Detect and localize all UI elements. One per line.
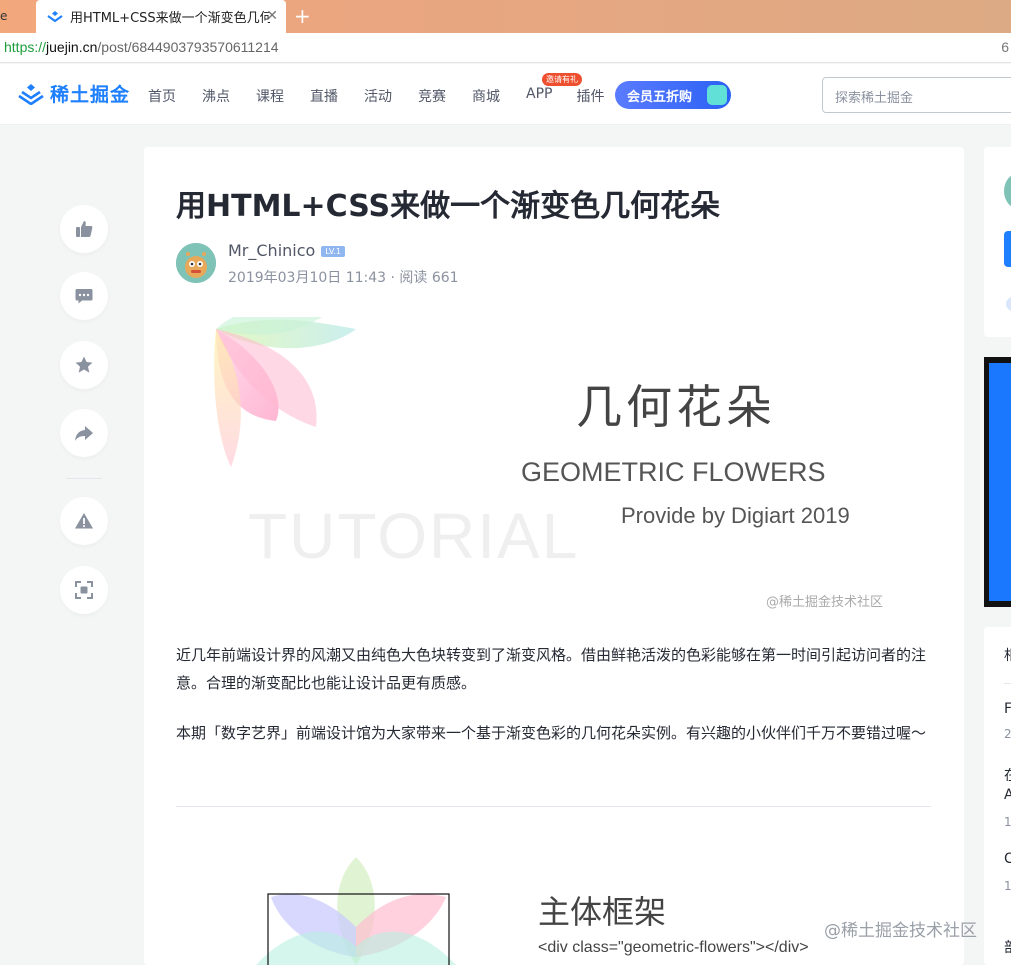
favorite-button[interactable] xyxy=(60,341,108,389)
site-header: 稀土掘金 首页 沸点 课程 直播 活动 竞赛 商城 APP 邀请有礼 插件 会员… xyxy=(0,64,1011,125)
star-icon xyxy=(75,356,93,373)
related-item-2[interactable]: 在 xyxy=(1004,765,1011,785)
focus-mode-icon xyxy=(75,581,93,599)
sidebar-author-avatar[interactable] xyxy=(1004,173,1011,209)
article-paragraph-2: 本期「数字艺界」前端设计馆为大家带来一个基于渐变色彩的几何花朵实例。有兴趣的小伙… xyxy=(176,724,927,742)
actions-divider xyxy=(66,478,102,479)
flower-frame-graphic xyxy=(256,857,456,965)
address-bar-edge-text: 6 xyxy=(1001,39,1009,55)
section-watermark: @稀土掘金技术社区 xyxy=(824,921,977,941)
sidebar-info-icon xyxy=(1006,297,1011,311)
related-articles-card: 相 F 2 在 A 1 C 1 部 xyxy=(984,627,1011,965)
juejin-favicon-icon xyxy=(47,10,63,22)
url-scheme: https:// xyxy=(4,39,47,55)
related-item-4[interactable]: 部 xyxy=(1004,937,1011,957)
author-name-text: Mr_Chinico xyxy=(228,241,316,260)
article-meta: 2019年03月10日 11:43 · 阅读 661 xyxy=(228,267,459,287)
comment-button[interactable] xyxy=(60,272,108,320)
fullscreen-button[interactable] xyxy=(60,566,108,614)
sidebar-ad[interactable] xyxy=(984,357,1011,607)
publish-date: 2019年03月10日 11:43 xyxy=(228,270,387,286)
browser-tab-title: 用HTML+CSS来做一个渐变色几何花 xyxy=(70,11,270,26)
read-count: 阅读 661 xyxy=(399,270,459,286)
nav-item-pins[interactable]: 沸点 xyxy=(202,86,230,106)
main-nav: 首页 沸点 课程 直播 活动 竞赛 商城 APP 邀请有礼 插件 xyxy=(148,73,630,106)
related-item-2-line2[interactable]: A xyxy=(1004,787,1011,803)
like-button[interactable] xyxy=(60,205,108,253)
new-tab-icon[interactable]: + xyxy=(294,4,311,28)
article-title: 用HTML+CSS来做一个渐变色几何花朵 xyxy=(176,189,721,224)
browser-tab-bar: e 用HTML+CSS来做一个渐变色几何花 ✕ + xyxy=(0,0,1011,33)
cover-title-cn: 几何花朵 xyxy=(576,380,776,434)
related-item-2-meta: 1 xyxy=(1004,815,1011,829)
nav-item-app[interactable]: APP 邀请有礼 xyxy=(526,73,582,106)
related-item-1[interactable]: F xyxy=(1004,701,1011,717)
nav-item-app-label: APP xyxy=(526,86,553,102)
nav-item-home[interactable]: 首页 xyxy=(148,86,176,106)
author-card xyxy=(984,147,1011,337)
warning-icon xyxy=(75,513,93,529)
related-header: 相 xyxy=(1004,645,1011,665)
url-host: juejin.cn xyxy=(46,39,98,55)
invite-badge: 邀请有礼 xyxy=(542,73,582,86)
section-title: 主体框架 xyxy=(538,893,667,931)
share-icon xyxy=(75,426,93,441)
vip-promo-label: 会员五折购 xyxy=(627,90,693,105)
nav-item-shop[interactable]: 商城 xyxy=(472,86,500,106)
related-item-3[interactable]: C xyxy=(1004,851,1011,867)
browser-tab-active[interactable]: 用HTML+CSS来做一个渐变色几何花 ✕ xyxy=(36,0,286,33)
thumbs-up-icon xyxy=(76,221,93,237)
related-item-1-meta: 2 xyxy=(1004,727,1011,741)
author-avatar[interactable] xyxy=(176,243,216,283)
article-paragraph-1: 近几年前端设计界的风潮又由纯色大色块转变到了渐变风格。借由鲜艳活泼的色彩能够在第… xyxy=(176,646,927,692)
browser-tab-previous[interactable]: e xyxy=(0,0,34,33)
nav-item-plugins[interactable]: 插件 xyxy=(576,86,604,106)
sidebar-ad-image xyxy=(989,363,1011,601)
comment-icon xyxy=(75,289,93,304)
tab-close-icon[interactable]: ✕ xyxy=(266,8,278,24)
search-placeholder: 探索稀土掘金 xyxy=(835,91,914,106)
cover-image: TUTORIAL 几何花朵 GEOMETRIC FLOWERS Provide … xyxy=(176,317,931,617)
avatar-image xyxy=(176,243,216,283)
meta-separator: · xyxy=(390,270,395,286)
vip-promo-button[interactable]: 会员五折购 xyxy=(615,81,731,109)
cover-background-word: TUTORIAL xyxy=(248,500,580,572)
nav-item-events[interactable]: 活动 xyxy=(364,86,392,106)
search-input[interactable]: 探索稀土掘金 xyxy=(822,77,1011,113)
author-level-badge: LV.1 xyxy=(321,246,345,257)
logo-text: 稀土掘金 xyxy=(50,84,131,106)
related-item-3-meta: 1 xyxy=(1004,879,1011,893)
nav-item-live[interactable]: 直播 xyxy=(310,86,338,106)
nav-item-courses[interactable]: 课程 xyxy=(256,86,284,106)
report-button[interactable] xyxy=(60,497,108,545)
address-bar[interactable]: https://juejin.cn/post/68449037935706112… xyxy=(0,33,1011,63)
section-image: 主体框架 <div class="geometric-flowers"></di… xyxy=(176,827,931,965)
juejin-logo-icon xyxy=(18,83,44,105)
cover-title-en: GEOMETRIC FLOWERS xyxy=(521,457,826,487)
related-divider xyxy=(1004,683,1011,684)
follow-button[interactable] xyxy=(1004,231,1011,267)
juejin-logo[interactable]: 稀土掘金 xyxy=(18,80,130,107)
share-button[interactable] xyxy=(60,409,108,457)
gift-icon xyxy=(707,85,727,105)
nav-item-contests[interactable]: 竞赛 xyxy=(418,86,446,106)
section-code: <div class="geometric-flowers"></div> xyxy=(538,939,809,956)
url-path: /post/6844903793570611214 xyxy=(97,39,279,55)
author-name[interactable]: Mr_Chinico LV.1 xyxy=(228,241,345,260)
cover-watermark: @稀土掘金技术社区 xyxy=(766,595,884,610)
cover-byline: Provide by Digiart 2019 xyxy=(621,503,850,528)
article-card: 用HTML+CSS来做一个渐变色几何花朵 Mr_Chinico LV.1 2019… xyxy=(144,147,964,965)
content-divider xyxy=(176,806,931,807)
